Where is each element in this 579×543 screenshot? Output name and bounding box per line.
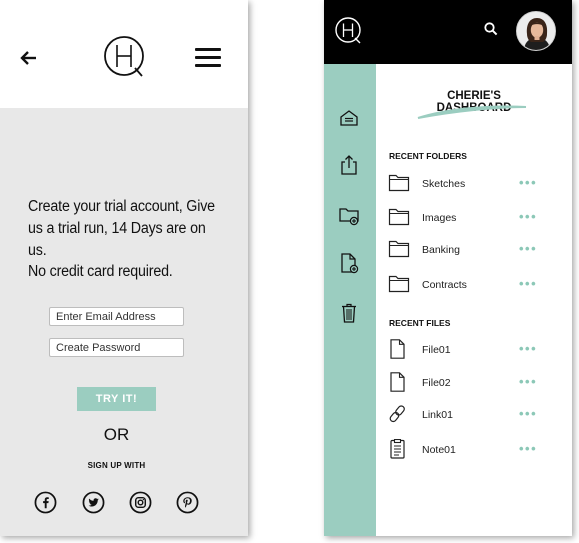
twitter-icon[interactable] — [82, 491, 105, 514]
try-it-button[interactable]: TRY IT! — [77, 387, 156, 411]
folder-item[interactable]: Images ••• — [388, 207, 548, 231]
dashboard-header — [324, 0, 572, 64]
instagram-icon[interactable] — [129, 491, 152, 514]
more-options-icon[interactable]: ••• — [519, 441, 537, 456]
folder-label: Sketches — [422, 178, 466, 190]
more-options-icon[interactable]: ••• — [519, 276, 537, 291]
clipboard-icon — [390, 439, 405, 459]
folder-item[interactable]: Banking ••• — [388, 239, 548, 263]
signup-header — [0, 0, 248, 108]
hq-logo — [104, 36, 144, 77]
file-item[interactable]: File02 ••• — [388, 372, 548, 396]
menu-icon[interactable] — [195, 48, 221, 68]
dashboard-screen: CHERIE'S DASHBOARD RECENT FOLDERS Sketch… — [324, 0, 572, 536]
folder-item[interactable]: Sketches ••• — [388, 173, 548, 197]
password-input[interactable] — [49, 338, 184, 357]
add-folder-icon[interactable] — [338, 204, 360, 226]
trial-message: Create your trial account, Give us a tri… — [28, 198, 215, 259]
more-options-icon[interactable]: ••• — [519, 241, 537, 256]
link-label: Link01 — [422, 409, 453, 421]
folder-label: Contracts — [422, 279, 467, 291]
folder-label: Banking — [422, 244, 460, 256]
more-options-icon[interactable]: ••• — [519, 341, 537, 356]
more-options-icon[interactable]: ••• — [519, 209, 537, 224]
title-underline-swoosh — [417, 105, 527, 119]
folder-icon — [388, 208, 410, 226]
recent-folders-heading: RECENT FOLDERS — [389, 151, 467, 161]
folder-icon — [388, 240, 410, 258]
folder-item[interactable]: Contracts ••• — [388, 274, 548, 298]
note-label: Note01 — [422, 444, 456, 456]
avatar[interactable] — [516, 11, 556, 51]
more-options-icon[interactable]: ••• — [519, 175, 537, 190]
sidebar — [324, 64, 376, 536]
upload-icon[interactable] — [338, 154, 360, 176]
note-item[interactable]: Note01 ••• — [388, 439, 548, 463]
folder-icon — [388, 275, 410, 293]
file-icon — [390, 339, 405, 359]
more-options-icon[interactable]: ••• — [519, 406, 537, 421]
email-input[interactable] — [49, 307, 184, 326]
or-divider: OR — [103, 425, 130, 444]
no-card-message: No credit card required. — [28, 263, 173, 280]
pinterest-icon[interactable] — [176, 491, 199, 514]
hq-logo[interactable] — [334, 16, 364, 46]
trash-icon[interactable] — [338, 302, 360, 324]
back-arrow-icon[interactable] — [19, 46, 39, 70]
file-item[interactable]: File01 ••• — [388, 339, 548, 363]
link-item[interactable]: Link01 ••• — [388, 404, 548, 428]
user-photo-icon — [517, 12, 555, 50]
signup-with-label: SIGN UP WITH — [87, 461, 146, 470]
facebook-icon[interactable] — [34, 491, 57, 514]
search-icon[interactable] — [484, 22, 498, 36]
folder-label: Images — [422, 212, 457, 224]
file-label: File01 — [422, 344, 451, 356]
file-icon — [390, 372, 405, 392]
recent-files-heading: RECENT FILES — [389, 318, 451, 328]
home-icon[interactable] — [338, 107, 360, 129]
add-file-icon[interactable] — [338, 252, 360, 274]
folder-icon — [388, 174, 410, 192]
more-options-icon[interactable]: ••• — [519, 374, 537, 389]
file-label: File02 — [422, 377, 451, 389]
signup-screen: Create your trial account, Give us a tri… — [0, 0, 248, 536]
link-icon — [389, 405, 405, 423]
